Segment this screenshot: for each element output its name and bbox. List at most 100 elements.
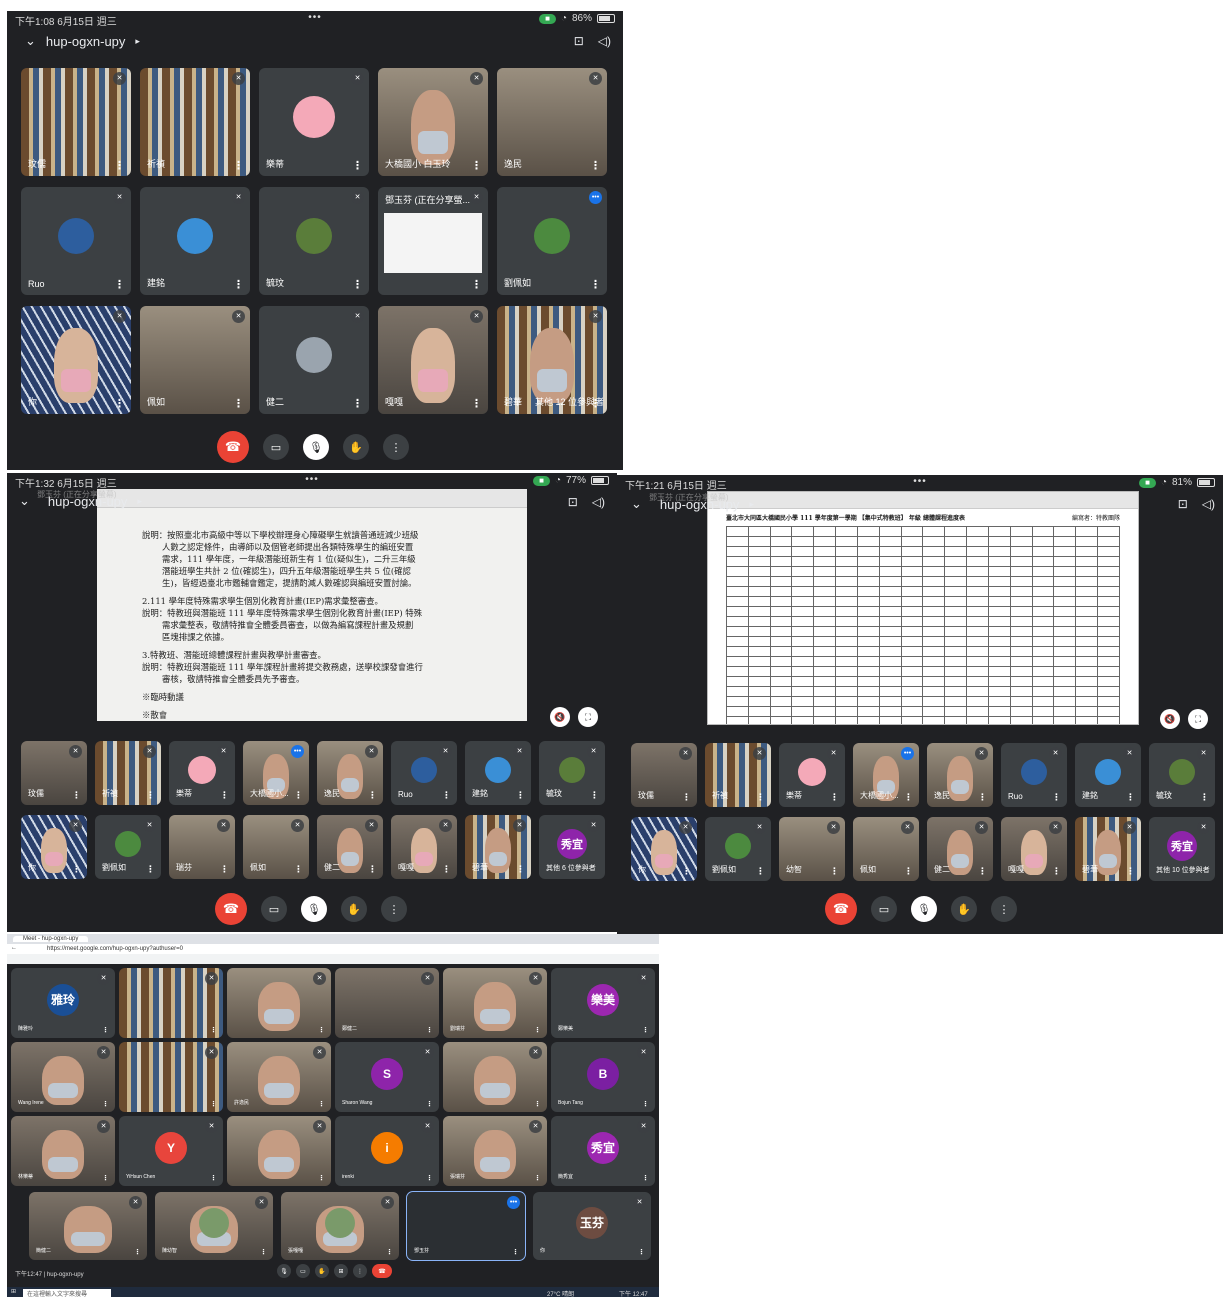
camera-toggle-button[interactable]: ▭ — [871, 896, 897, 922]
mic-toggle-button[interactable]: 🎙 — [301, 896, 327, 922]
tile-options-icon[interactable]: ⋮ — [1052, 866, 1061, 877]
participant-tile[interactable]: ••• 大橋國小... ⋮ — [853, 743, 919, 807]
tile-options-icon[interactable]: ⋮ — [294, 864, 303, 875]
tile-options-icon[interactable]: ⋮ — [534, 1174, 541, 1182]
participant-tile[interactable]: ✕ 你 ⋮ — [631, 817, 697, 881]
tile-options-icon[interactable]: ⋮ — [904, 792, 913, 803]
tile-options-icon[interactable]: ⋮ — [134, 1248, 141, 1256]
participant-tile[interactable]: ✕ ⋮ — [119, 968, 223, 1038]
tile-options-icon[interactable]: ⋮ — [830, 792, 839, 803]
participant-tile[interactable]: ✕ 碧華 ⋮ — [1075, 817, 1141, 881]
tile-options-icon[interactable]: ⋮ — [72, 864, 81, 875]
tile-options-icon[interactable]: ⋮ — [220, 790, 229, 801]
tile-options-icon[interactable]: ⋮ — [146, 790, 155, 801]
tile-options-icon[interactable]: ⋮ — [318, 1026, 325, 1034]
tile-options-icon[interactable]: ⋮ — [318, 1174, 325, 1182]
participant-tile[interactable]: ✕ 逸民 ⋮ — [927, 743, 993, 807]
participant-tile[interactable]: ✕ 建銘 ⋮ — [465, 741, 531, 805]
tile-options-icon[interactable]: ⋮ — [590, 159, 601, 172]
mic-toggle-button[interactable]: 🎙 — [277, 1264, 291, 1278]
participant-tile[interactable]: ✕ 嘎嘎 ⋮ — [1001, 817, 1067, 881]
tile-options-icon[interactable]: ⋮ — [352, 397, 363, 410]
participant-tile[interactable]: ✕ 玟儒 ⋮ — [21, 68, 131, 176]
tile-options-icon[interactable]: ⋮ — [756, 792, 765, 803]
tile-options-icon[interactable]: ⋮ — [220, 864, 229, 875]
switch-camera-icon[interactable]: ⊡ — [574, 34, 584, 48]
participant-tile[interactable]: 玉芬 ✕ 你 ⋮ — [533, 1192, 651, 1260]
presentation-mute-button[interactable]: 🔇 — [550, 707, 570, 727]
tile-options-icon[interactable]: ⋮ — [534, 1100, 541, 1108]
tile-options-icon[interactable]: ⋮ — [642, 1026, 649, 1034]
speaker-icon[interactable]: ◁) — [1202, 497, 1215, 511]
tile-options-icon[interactable]: ⋮ — [368, 864, 377, 875]
back-icon[interactable]: ← — [11, 945, 17, 951]
participant-tile[interactable]: ✕ ⋮ — [227, 1116, 331, 1186]
end-call-button[interactable]: ☎ — [215, 893, 247, 925]
speaker-icon[interactable]: ◁) — [598, 34, 611, 48]
switch-camera-icon[interactable]: ⊡ — [1178, 497, 1188, 511]
participant-tile[interactable]: ✕ 逸民 ⋮ — [497, 68, 607, 176]
participant-tile[interactable]: ✕ Ruo ⋮ — [21, 187, 131, 295]
participant-tile[interactable]: ✕ ⋮ — [443, 1042, 547, 1112]
tile-options-icon[interactable]: ⋮ — [114, 397, 125, 410]
tile-options-icon[interactable]: ⋮ — [72, 790, 81, 801]
participant-tile[interactable]: ✕ 劉瑞芬 ⋮ — [443, 968, 547, 1038]
tile-options-icon[interactable]: ⋮ — [516, 864, 525, 875]
participant-tile[interactable]: ✕ 毓玟 ⋮ — [1149, 743, 1215, 807]
tile-options-icon[interactable]: ⋮ — [260, 1248, 267, 1256]
tile-options-icon[interactable]: ⋮ — [1200, 792, 1209, 803]
participant-tile[interactable]: ✕ 林樂蒂 ⋮ — [11, 1116, 115, 1186]
participant-tile[interactable]: ✕ 你 ⋮ — [21, 306, 131, 414]
participant-tile[interactable]: ✕ 樂蒂 ⋮ — [259, 68, 369, 176]
tile-options-icon[interactable]: ⋮ — [426, 1174, 433, 1182]
tile-options-icon[interactable]: ⋮ — [386, 1248, 393, 1256]
tile-options-icon[interactable]: ⋮ — [210, 1174, 217, 1182]
more-options-button[interactable]: ⋮ — [991, 896, 1017, 922]
more-options-button[interactable]: ⋮ — [383, 434, 409, 460]
tile-options-icon[interactable]: ⋮ — [830, 866, 839, 877]
tile-options-icon[interactable]: ⋮ — [516, 790, 525, 801]
fullscreen-button[interactable]: ⛶ — [578, 707, 598, 727]
tile-options-icon[interactable]: ⋮ — [642, 1100, 649, 1108]
participant-tile[interactable]: Y ✕ YiHsun Chen ⋮ — [119, 1116, 223, 1186]
raise-hand-button[interactable]: ✋ — [315, 1264, 329, 1278]
participant-tile[interactable]: ✕ 嘎嘎 ⋮ — [378, 306, 488, 414]
participant-tile[interactable]: ✕ Ruo ⋮ — [1001, 743, 1067, 807]
mic-toggle-button[interactable]: 🎙 — [303, 434, 329, 460]
participant-tile[interactable]: ••• 鄧玉芬 ⋮ — [406, 1191, 526, 1261]
tile-options-icon[interactable]: ⋮ — [471, 278, 482, 291]
end-call-button[interactable]: ☎ — [825, 893, 857, 925]
presentation-mute-button[interactable]: 🔇 — [1160, 709, 1180, 729]
tile-options-icon[interactable]: ⋮ — [471, 159, 482, 172]
tile-options-icon[interactable]: ⋮ — [318, 1100, 325, 1108]
meeting-code[interactable]: hup-ogxn-upy — [46, 34, 126, 49]
participant-tile[interactable]: ✕ 健二 ⋮ — [259, 306, 369, 414]
participant-tile[interactable]: ✕ 毓玟 ⋮ — [259, 187, 369, 295]
participant-tile[interactable]: ✕ 瑞芬 ⋮ — [169, 815, 235, 879]
participant-tile[interactable]: ✕ 劉佩如 ⋮ — [705, 817, 771, 881]
participant-tile[interactable]: ✕ 鄧玉芬 (正在分享螢... ⋮ — [378, 187, 488, 295]
others-count-label[interactable]: 其他 12 位參與者 — [535, 395, 604, 408]
participant-tile[interactable]: ✕ 簡健二 ⋮ — [29, 1192, 147, 1260]
present-button[interactable]: ⊞ — [334, 1264, 348, 1278]
tile-options-icon[interactable]: ⋮ — [442, 790, 451, 801]
participant-tile[interactable]: ✕ 張瑞芬 ⋮ — [443, 1116, 547, 1186]
tile-options-icon[interactable]: ⋮ — [756, 866, 765, 877]
participant-tile[interactable]: 秀宜 ✕ 簡秀宜 ⋮ — [551, 1116, 655, 1186]
browser-tab[interactable]: Meet - hup-ogxn-upy — [13, 936, 89, 942]
participant-tile[interactable]: 樂美 ✕ 鄭樂美 ⋮ — [551, 968, 655, 1038]
tile-options-icon[interactable]: ⋮ — [471, 397, 482, 410]
participant-tile[interactable]: ••• 劉佩如 ⋮ — [497, 187, 607, 295]
participant-tile[interactable]: 秀宜 ✕ 其他 10 位參與者 — [1149, 817, 1215, 881]
camera-toggle-button[interactable]: ▭ — [296, 1264, 310, 1278]
tile-options-icon[interactable]: ⋮ — [978, 792, 987, 803]
participant-tile[interactable]: 雅玲 ✕ 陳雅玲 ⋮ — [11, 968, 115, 1038]
end-call-button[interactable]: ☎ — [372, 1264, 392, 1278]
participant-tile[interactable]: ✕ 建銘 ⋮ — [140, 187, 250, 295]
tile-options-icon[interactable]: ⋮ — [682, 866, 691, 877]
tile-options-icon[interactable]: ⋮ — [368, 790, 377, 801]
switch-camera-icon[interactable]: ⊡ — [568, 495, 578, 509]
tile-options-icon[interactable]: ⋮ — [233, 397, 244, 410]
participant-tile[interactable]: ✕ 健二 ⋮ — [317, 815, 383, 879]
participant-tile[interactable]: ✕ ⋮ — [119, 1042, 223, 1112]
